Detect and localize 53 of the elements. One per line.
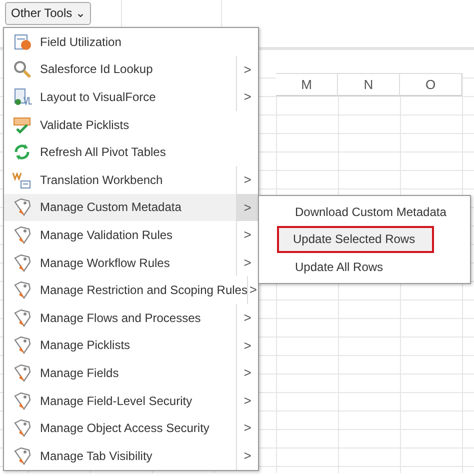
checklist-icon — [12, 114, 32, 135]
submenu-item[interactable]: Update Selected Rows — [277, 226, 434, 254]
menu-item-label: Manage Workflow Rules — [40, 254, 171, 272]
column-header: M — [276, 73, 338, 96]
menu-item[interactable]: Manage Picklists > — [4, 332, 258, 360]
menu-item[interactable]: Validate Picklists — [4, 110, 258, 138]
other-tools-button[interactable]: Other Tools ⌄ — [5, 2, 92, 25]
menu-item-label: Manage Tab Visibility — [40, 448, 154, 465]
chart-icon — [12, 32, 32, 52]
menu-item-label: Translation Workbench — [40, 172, 164, 189]
menu-item-label: Manage Picklists — [40, 337, 132, 354]
menu-item-label: Layout to VisualForce — [40, 88, 157, 106]
menu-item-label: Manage Flows and Processes — [40, 310, 202, 327]
menu-item[interactable]: Refresh All Pivot Tables — [4, 138, 258, 166]
menu-item[interactable]: Field Utilization — [4, 28, 258, 56]
tag-icon — [12, 418, 32, 438]
tag-icon — [12, 252, 32, 273]
column-header: N — [338, 73, 400, 96]
menu-item-label: Manage Fields — [40, 364, 120, 382]
menu-item[interactable]: Salesforce Id Lookup > — [4, 56, 258, 84]
tag-icon — [12, 308, 32, 328]
menu-item-label: Manage Validation Rules — [40, 226, 174, 244]
menu-item-label: Validate Picklists — [40, 116, 130, 134]
refresh-icon — [12, 142, 32, 162]
menu-item[interactable]: Manage Flows and Processes > — [4, 304, 258, 332]
menu-item-label: Refresh All Pivot Tables — [40, 144, 167, 162]
menu-item[interactable]: Manage Custom Metadata > — [4, 194, 258, 222]
menu-item-label: Manage Field-Level Security — [40, 392, 194, 410]
menu-item[interactable]: Manage Fields > — [4, 359, 258, 387]
menu-item[interactable]: Manage Field-Level Security > — [4, 386, 258, 414]
column-header: O — [400, 73, 462, 96]
menu-item[interactable]: Manage Tab Visibility > — [4, 442, 258, 470]
chevron-icon: > — [236, 194, 258, 222]
submenu-item[interactable]: Download Custom Metadata — [261, 198, 468, 226]
tag-icon — [12, 335, 32, 356]
translate-icon — [12, 170, 32, 190]
tag-icon — [12, 224, 32, 245]
menu-item[interactable]: Manage Restriction and Scoping Rules> — [4, 276, 258, 304]
tag-icon — [12, 446, 32, 466]
menu-item-label: Salesforce Id Lookup — [40, 61, 154, 78]
menu-item-label: Field Utilization — [40, 34, 122, 51]
tag-icon — [12, 280, 32, 300]
menu-item-label: Manage Custom Metadata — [40, 199, 182, 216]
menu-item-label: Manage Object Access Security — [40, 420, 210, 438]
tag-icon — [12, 362, 32, 383]
search-icon — [12, 59, 32, 80]
submenu-item[interactable]: Update All Rows — [261, 253, 468, 281]
tag-icon — [12, 197, 32, 218]
menu-item[interactable]: Manage Object Access Security > — [4, 414, 258, 442]
menu-item[interactable]: Layout to VisualForce > — [4, 83, 258, 111]
page-icon — [12, 86, 32, 107]
tag-icon — [12, 390, 32, 411]
menu-item-label: Manage Restriction and Scoping Rules — [40, 282, 248, 300]
